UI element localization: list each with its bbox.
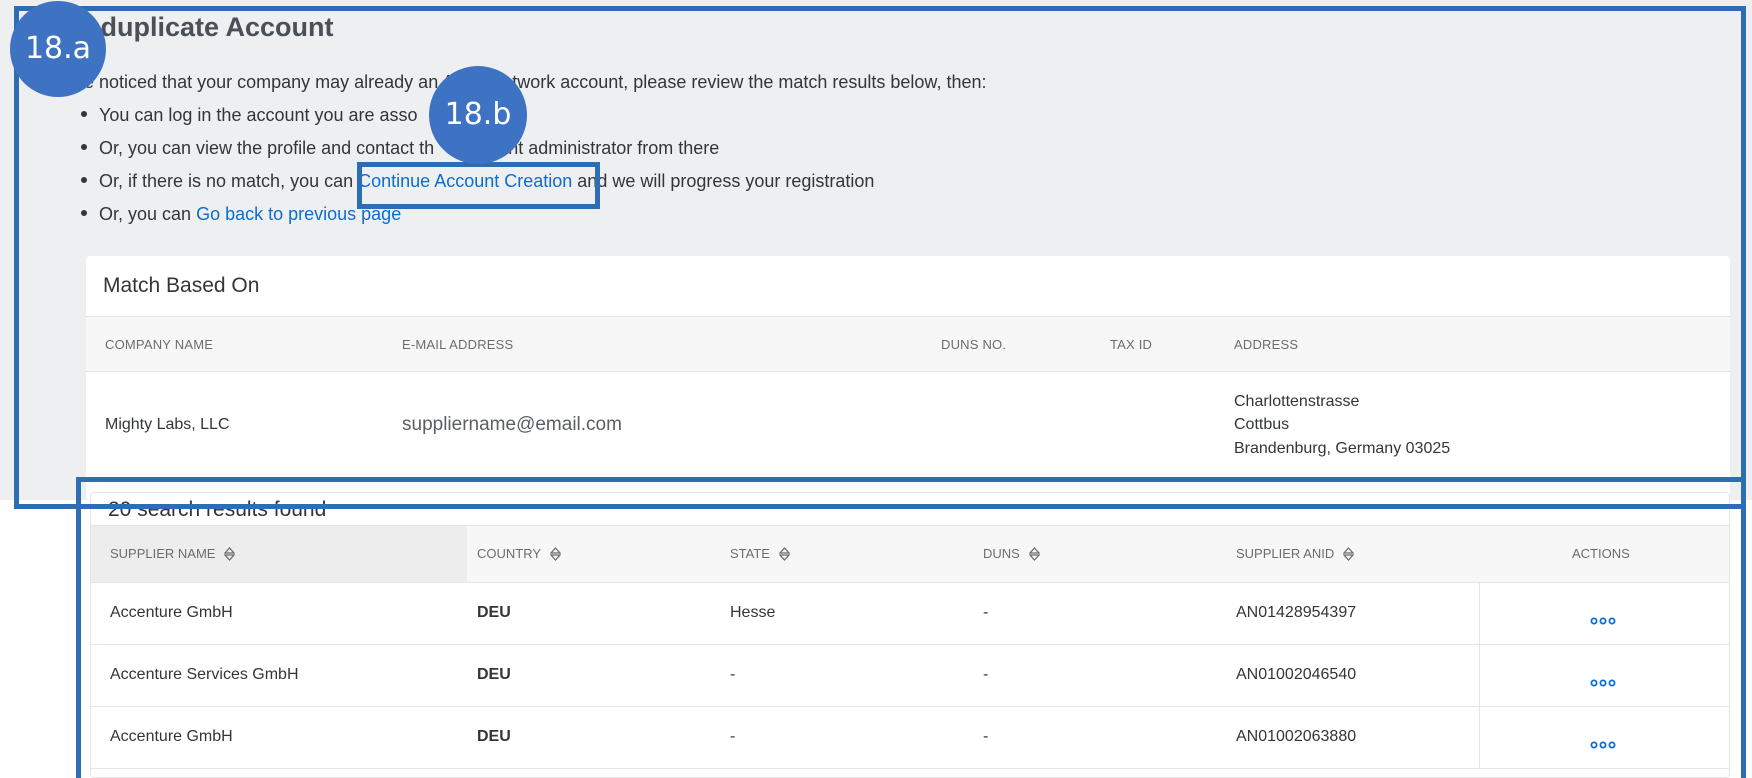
- go-back-link[interactable]: Go back to previous page: [196, 204, 401, 224]
- duns-cell: -: [983, 604, 989, 621]
- actions-cell: [1479, 583, 1731, 644]
- sort-icon: [1343, 546, 1355, 561]
- continue-account-creation-link[interactable]: Continue Account Creation: [358, 171, 572, 191]
- table-row[interactable]: Accenture Services GmbH DEU - - AN010020…: [91, 645, 1729, 707]
- more-actions-icon[interactable]: [1590, 679, 1616, 687]
- state-cell: -: [730, 666, 736, 683]
- header-email: E-MAIL ADDRESS: [402, 337, 514, 352]
- search-results-card: 20 search results found SUPPLIER NAME CO…: [90, 492, 1730, 778]
- state-cell: -: [730, 728, 736, 745]
- header-duns[interactable]: DUNS: [983, 546, 1040, 562]
- bullet-icon: [81, 210, 87, 217]
- option-go-back: Or, you can Go back to previous page: [81, 203, 874, 236]
- bullet-icon: [81, 111, 87, 118]
- header-state[interactable]: STATE: [730, 546, 790, 562]
- sort-icon: [778, 546, 790, 561]
- anid-cell: AN01002046540: [1236, 666, 1357, 683]
- match-card-title: Match Based On: [103, 274, 260, 297]
- header-actions: ACTIONS: [1572, 546, 1630, 561]
- header-company-name: COMPANY NAME: [105, 337, 214, 352]
- intro-text: e noticed that your company may already …: [84, 72, 987, 92]
- duplicate-account-panel: w duplicate Account e noticed that your …: [0, 0, 1752, 500]
- results-count: 20 search results found: [108, 498, 327, 521]
- header-tax-id: TAX ID: [1110, 337, 1153, 352]
- duns-cell: -: [983, 728, 989, 745]
- header-duns-no: DUNS NO.: [941, 337, 1007, 352]
- bullet-icon: [81, 144, 87, 151]
- match-header-row: COMPANY NAME E-MAIL ADDRESS DUNS NO. TAX…: [86, 316, 1730, 372]
- page-title: w duplicate Account: [72, 12, 334, 42]
- more-actions-icon[interactable]: [1590, 741, 1616, 749]
- match-address-line2: Cottbus: [1234, 416, 1290, 433]
- match-based-on-card: Match Based On COMPANY NAME E-MAIL ADDRE…: [86, 256, 1730, 500]
- anid-cell: AN01002063880: [1236, 728, 1357, 745]
- country-cell: DEU: [477, 604, 511, 621]
- step-marker-18a: 18.a: [10, 1, 106, 97]
- header-address: ADDRESS: [1234, 337, 1299, 352]
- header-country[interactable]: COUNTRY: [477, 546, 562, 562]
- duns-cell: -: [983, 666, 989, 683]
- step-marker-18b: 18.b: [429, 66, 527, 164]
- sort-icon: [224, 546, 236, 561]
- anid-cell: AN01428954397: [1236, 604, 1357, 621]
- results-header-row: SUPPLIER NAME COUNTRY STATE DUNS SUPPLIE…: [91, 525, 1729, 583]
- sort-icon: [550, 546, 562, 561]
- match-company-name: Mighty Labs, LLC: [105, 416, 230, 433]
- supplier-name-cell: Accenture GmbH: [110, 604, 233, 621]
- country-cell: DEU: [477, 666, 511, 683]
- match-email: suppliername@email.com: [402, 414, 622, 435]
- table-row[interactable]: Accenture GmbH DEU Hesse - AN01428954397: [91, 583, 1729, 645]
- option-continue: Or, if there is no match, you can Contin…: [81, 170, 874, 203]
- header-supplier-name[interactable]: SUPPLIER NAME: [110, 546, 236, 562]
- more-actions-icon[interactable]: [1590, 617, 1616, 625]
- table-row[interactable]: Accenture GmbH DEU - - AN01002063880: [91, 707, 1729, 769]
- header-supplier-anid[interactable]: SUPPLIER ANID: [1236, 546, 1355, 562]
- actions-cell: [1479, 707, 1731, 768]
- sort-icon: [1028, 546, 1040, 561]
- supplier-name-cell: Accenture Services GmbH: [110, 666, 299, 683]
- supplier-name-cell: Accenture GmbH: [110, 728, 233, 745]
- bullet-icon: [81, 177, 87, 184]
- match-address-line3: Brandenburg, Germany 03025: [1234, 440, 1451, 457]
- state-cell: Hesse: [730, 604, 776, 621]
- actions-cell: [1479, 645, 1731, 706]
- country-cell: DEU: [477, 728, 511, 745]
- match-address-line1: Charlottenstrasse: [1234, 393, 1360, 410]
